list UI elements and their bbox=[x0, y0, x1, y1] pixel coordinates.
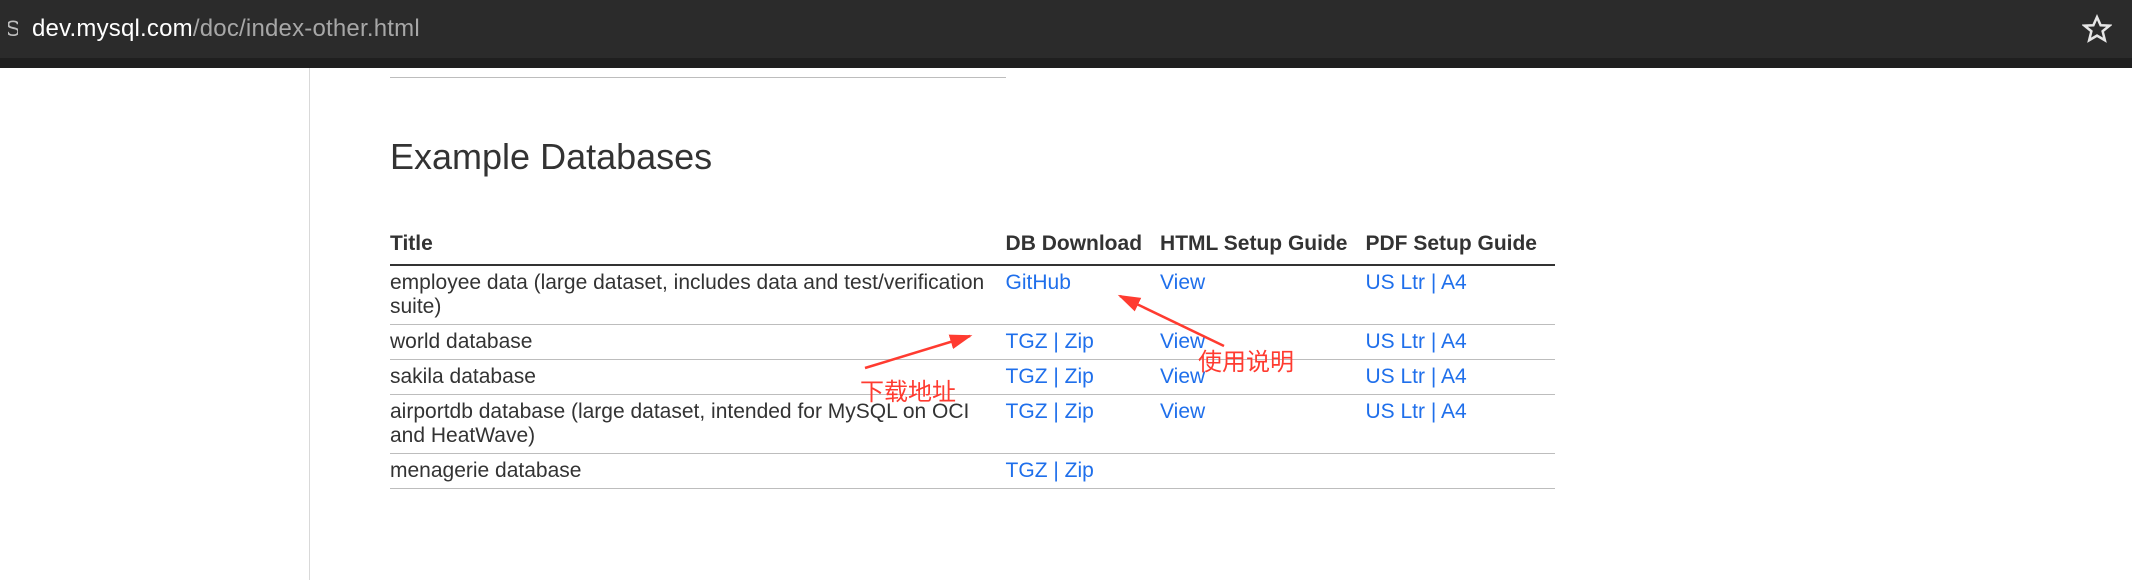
left-sidebar bbox=[0, 68, 310, 580]
url-domain: dev.mysql.com bbox=[32, 15, 193, 42]
cell-html-guide bbox=[1160, 454, 1365, 489]
table-header-row: Title DB Download HTML Setup Guide PDF S… bbox=[390, 226, 1555, 265]
separator: | bbox=[1425, 330, 1441, 353]
table-row: airportdb database (large dataset, inten… bbox=[390, 395, 1555, 454]
us-ltr-link[interactable]: US Ltr bbox=[1365, 330, 1425, 353]
col-db-download: DB Download bbox=[1006, 226, 1161, 265]
cell-title: world database bbox=[390, 325, 1006, 360]
cell-title: airportdb database (large dataset, inten… bbox=[390, 395, 1006, 454]
url-display[interactable]: dev.mysql.com/doc/index-other.html bbox=[32, 15, 420, 43]
cell-download: TGZ | Zip bbox=[1006, 395, 1161, 454]
cell-pdf-guide: US Ltr | A4 bbox=[1365, 325, 1555, 360]
cell-download: TGZ | Zip bbox=[1006, 360, 1161, 395]
section-heading: Example Databases bbox=[390, 136, 2132, 178]
main-content: Example Databases Title DB Download HTML… bbox=[310, 68, 2132, 580]
zip-link[interactable]: Zip bbox=[1065, 365, 1094, 388]
separator: | bbox=[1048, 330, 1065, 353]
cell-download: TGZ | Zip bbox=[1006, 454, 1161, 489]
tab-edge-icon: S bbox=[8, 14, 18, 44]
col-title: Title bbox=[390, 226, 1006, 265]
tgz-link[interactable]: TGZ bbox=[1006, 459, 1048, 482]
a4-link[interactable]: A4 bbox=[1441, 365, 1467, 388]
cell-title: sakila database bbox=[390, 360, 1006, 395]
url-path: /doc/index-other.html bbox=[193, 15, 420, 42]
cell-html-guide: View bbox=[1160, 395, 1365, 454]
view-link[interactable]: View bbox=[1160, 400, 1205, 423]
browser-toolbar-shadow bbox=[0, 58, 2132, 68]
view-link[interactable]: View bbox=[1160, 365, 1205, 388]
a4-link[interactable]: A4 bbox=[1441, 400, 1467, 423]
separator: | bbox=[1425, 365, 1441, 388]
col-pdf-guide: PDF Setup Guide bbox=[1365, 226, 1555, 265]
us-ltr-link[interactable]: US Ltr bbox=[1365, 400, 1425, 423]
tgz-link[interactable]: TGZ bbox=[1006, 365, 1048, 388]
us-ltr-link[interactable]: US Ltr bbox=[1365, 365, 1425, 388]
example-databases-table: Title DB Download HTML Setup Guide PDF S… bbox=[390, 226, 1555, 489]
separator: | bbox=[1048, 365, 1065, 388]
zip-link[interactable]: Zip bbox=[1065, 330, 1094, 353]
view-link[interactable]: View bbox=[1160, 330, 1205, 353]
cell-pdf-guide: US Ltr | A4 bbox=[1365, 360, 1555, 395]
cell-pdf-guide: US Ltr | A4 bbox=[1365, 395, 1555, 454]
cell-title: employee data (large dataset, includes d… bbox=[390, 265, 1006, 325]
separator: | bbox=[1425, 271, 1441, 294]
table-row: menagerie database TGZ | Zip bbox=[390, 454, 1555, 489]
table-row: employee data (large dataset, includes d… bbox=[390, 265, 1555, 325]
cell-pdf-guide: US Ltr | A4 bbox=[1365, 265, 1555, 325]
cell-html-guide: View bbox=[1160, 360, 1365, 395]
separator: | bbox=[1048, 459, 1065, 482]
zip-link[interactable]: Zip bbox=[1065, 400, 1094, 423]
cell-html-guide: View bbox=[1160, 325, 1365, 360]
tgz-link[interactable]: TGZ bbox=[1006, 400, 1048, 423]
browser-address-bar: S dev.mysql.com/doc/index-other.html bbox=[0, 0, 2132, 58]
bookmark-star-icon[interactable] bbox=[2082, 14, 2112, 44]
cell-download: TGZ | Zip bbox=[1006, 325, 1161, 360]
view-link[interactable]: View bbox=[1160, 271, 1205, 294]
tgz-link[interactable]: TGZ bbox=[1006, 330, 1048, 353]
separator: | bbox=[1048, 400, 1065, 423]
cell-html-guide: View bbox=[1160, 265, 1365, 325]
cell-download: GitHub bbox=[1006, 265, 1161, 325]
cell-title: menagerie database bbox=[390, 454, 1006, 489]
table-row: world database TGZ | Zip View US Ltr | A… bbox=[390, 325, 1555, 360]
github-link[interactable]: GitHub bbox=[1006, 271, 1071, 294]
a4-link[interactable]: A4 bbox=[1441, 271, 1467, 294]
zip-link[interactable]: Zip bbox=[1065, 459, 1094, 482]
separator: | bbox=[1425, 400, 1441, 423]
cell-pdf-guide bbox=[1365, 454, 1555, 489]
col-html-guide: HTML Setup Guide bbox=[1160, 226, 1365, 265]
previous-table-bottom-border bbox=[390, 68, 1006, 78]
us-ltr-link[interactable]: US Ltr bbox=[1365, 271, 1425, 294]
a4-link[interactable]: A4 bbox=[1441, 330, 1467, 353]
table-row: sakila database TGZ | Zip View US Ltr | … bbox=[390, 360, 1555, 395]
